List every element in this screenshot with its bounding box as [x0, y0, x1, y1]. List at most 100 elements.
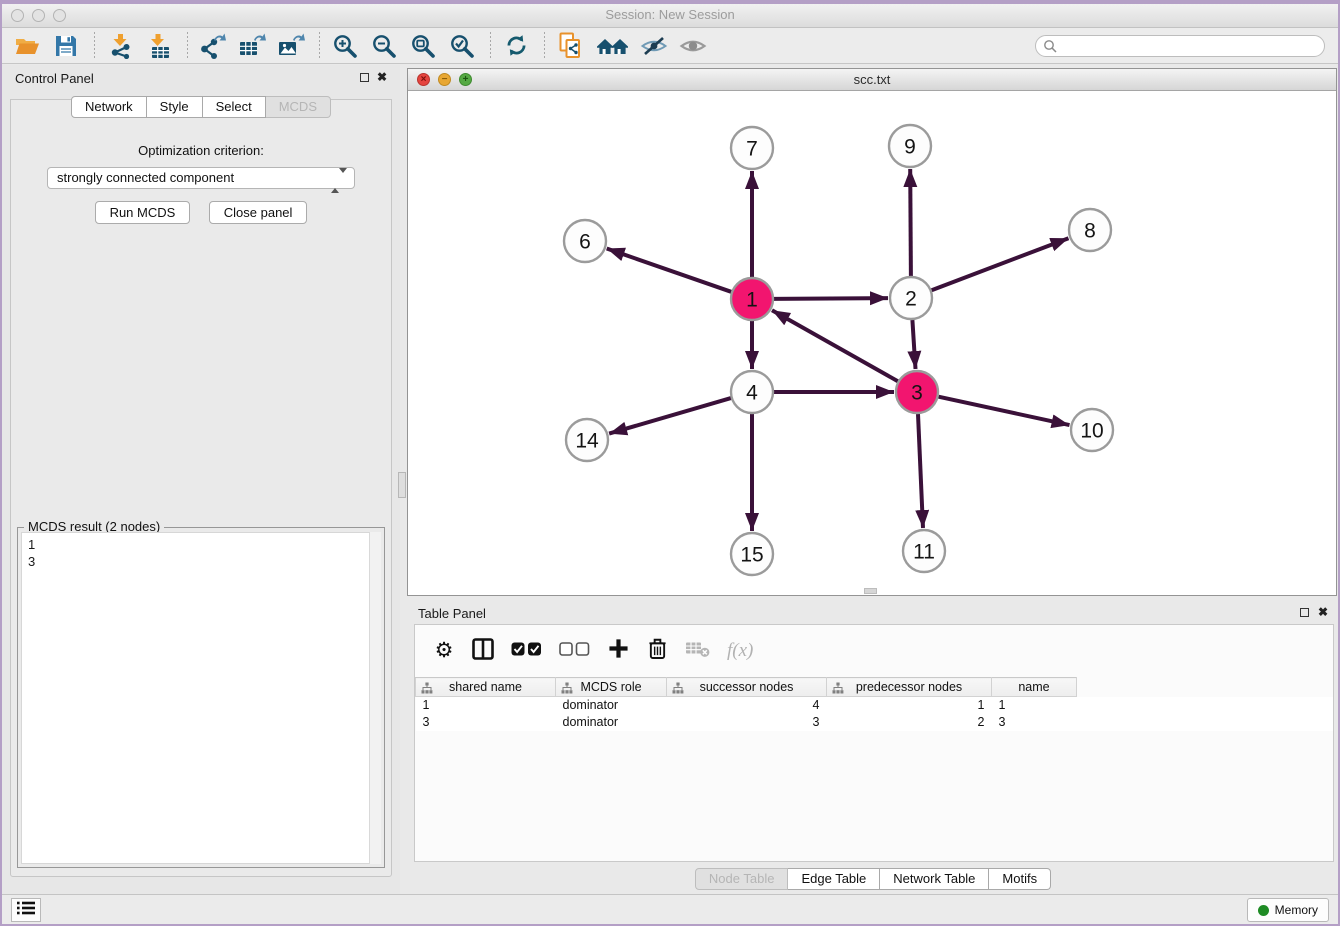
hide-selected-button[interactable]	[639, 31, 669, 61]
function-builder-button[interactable]: f(x)	[727, 639, 753, 663]
column-header-mcds-role[interactable]: MCDS role	[556, 678, 667, 697]
node-14[interactable]: 14	[566, 419, 608, 461]
table-cell[interactable]: 3	[667, 714, 827, 731]
edge-4-14[interactable]	[609, 398, 731, 434]
column-header-shared-name[interactable]: shared name	[416, 678, 556, 697]
node-label: 8	[1084, 219, 1096, 242]
table-cell[interactable]: dominator	[556, 697, 667, 714]
zoom-selected-button[interactable]	[447, 31, 477, 61]
result-scrollbar[interactable]	[369, 532, 381, 864]
control-panel: Control Panel ✖ NetworkStyleSelectMCDS O…	[2, 65, 400, 897]
refresh-icon	[504, 33, 529, 58]
import-table-button[interactable]	[144, 31, 174, 61]
import-network-button[interactable]	[105, 31, 135, 61]
table-row[interactable]: 3dominator323	[416, 714, 1333, 731]
close-panel-button-bottom[interactable]: Close panel	[209, 201, 308, 224]
node-10[interactable]: 10	[1071, 409, 1113, 451]
zoom-fit-icon	[410, 33, 436, 59]
edge-3-1[interactable]	[772, 310, 898, 381]
run-mcds-button[interactable]: Run MCDS	[95, 201, 191, 224]
table-cell[interactable]: 1	[992, 697, 1077, 714]
zoom-out-button[interactable]	[369, 31, 399, 61]
node-2[interactable]: 2	[890, 277, 932, 319]
edge-1-2[interactable]	[774, 298, 888, 299]
edge-3-10[interactable]	[939, 397, 1070, 425]
refresh-view-button[interactable]	[501, 31, 531, 61]
tab-node-table[interactable]: Node Table	[695, 868, 789, 890]
zoom-in-button[interactable]	[330, 31, 360, 61]
tab-style[interactable]: Style	[147, 96, 203, 118]
node-15[interactable]: 15	[731, 533, 773, 575]
node-9[interactable]: 9	[889, 125, 931, 167]
select-all-button[interactable]	[511, 639, 542, 663]
zoom-fit-button[interactable]	[408, 31, 438, 61]
tab-network-table[interactable]: Network Table	[880, 868, 989, 890]
open-folder-icon	[14, 34, 40, 58]
node-7[interactable]: 7	[731, 127, 773, 169]
tab-select[interactable]: Select	[203, 96, 266, 118]
table-row[interactable]: 1dominator411	[416, 697, 1333, 714]
edge-2-9[interactable]	[910, 169, 911, 276]
close-icon: ✖	[1318, 605, 1328, 619]
edge-1-6[interactable]	[607, 249, 732, 292]
search-input[interactable]	[1035, 35, 1325, 57]
float-panel-button[interactable]	[358, 71, 370, 83]
table-cell[interactable]: 1	[416, 697, 556, 714]
node-label: 2	[905, 287, 917, 310]
mcds-result-text[interactable]: 1 3	[21, 532, 381, 864]
network-canvas[interactable]: 7 9 6 8 1 2 4 3 14 10 15 11	[408, 91, 1336, 595]
delete-table-button[interactable]	[685, 639, 710, 663]
export-network-button[interactable]	[198, 31, 228, 61]
edge-2-3[interactable]	[912, 320, 915, 369]
save-session-button[interactable]	[51, 31, 81, 61]
network-window-title: scc.txt	[408, 72, 1336, 87]
memory-button[interactable]: Memory	[1247, 898, 1329, 922]
table-cell[interactable]: dominator	[556, 714, 667, 731]
export-image-button[interactable]	[276, 31, 306, 61]
open-session-button[interactable]	[12, 31, 42, 61]
task-history-button[interactable]	[11, 898, 41, 922]
tab-edge-table[interactable]: Edge Table	[788, 868, 880, 890]
node-4[interactable]: 4	[731, 371, 773, 413]
node-6[interactable]: 6	[564, 220, 606, 262]
table-settings-button[interactable]: ⚙	[433, 639, 455, 663]
node-11[interactable]: 11	[903, 530, 945, 572]
splitter-grip[interactable]	[398, 472, 406, 498]
first-neighbors-button[interactable]	[594, 31, 630, 61]
export-table-button[interactable]	[237, 31, 267, 61]
export-image-icon	[278, 33, 305, 59]
node-8[interactable]: 8	[1069, 209, 1111, 251]
show-all-button[interactable]	[678, 31, 708, 61]
copy-network-button[interactable]	[555, 31, 585, 61]
node-1[interactable]: 1	[731, 278, 773, 320]
close-panel-button[interactable]: ✖	[376, 71, 388, 83]
table-cell[interactable]: 4	[667, 697, 827, 714]
table-toolbar: ⚙ f(x)	[415, 625, 1333, 677]
deselect-all-button[interactable]	[559, 639, 590, 663]
table-panel-title: Table Panel	[418, 606, 486, 621]
table-cell[interactable]: 2	[827, 714, 992, 731]
tab-network[interactable]: Network	[71, 96, 147, 118]
tab-motifs[interactable]: Motifs	[989, 868, 1051, 890]
table-cell[interactable]: 3	[992, 714, 1077, 731]
add-column-button[interactable]	[607, 639, 629, 663]
table-cell[interactable]: 1	[827, 697, 992, 714]
column-header-successor-nodes[interactable]: successor nodes	[667, 678, 827, 697]
column-header-predecessor-nodes[interactable]: predecessor nodes	[827, 678, 992, 697]
network-window-grip[interactable]	[864, 588, 877, 594]
export-table-icon	[239, 33, 266, 59]
node-3[interactable]: 3	[896, 371, 938, 413]
column-label: shared name	[449, 680, 522, 694]
tab-mcds[interactable]: MCDS	[266, 96, 331, 118]
optimization-criterion-select[interactable]: strongly connected component	[47, 167, 355, 189]
edge-3-11[interactable]	[918, 414, 923, 528]
float-table-panel-button[interactable]	[1298, 606, 1310, 618]
network-window-titlebar[interactable]: × − + scc.txt	[408, 69, 1336, 91]
show-columns-button[interactable]	[472, 639, 494, 663]
table-cell[interactable]: 3	[416, 714, 556, 731]
close-table-panel-button[interactable]: ✖	[1317, 606, 1329, 618]
edge-2-8[interactable]	[932, 238, 1069, 290]
delete-column-button[interactable]	[646, 639, 668, 663]
column-header-name[interactable]: name	[992, 678, 1077, 697]
columns-icon	[472, 638, 494, 665]
